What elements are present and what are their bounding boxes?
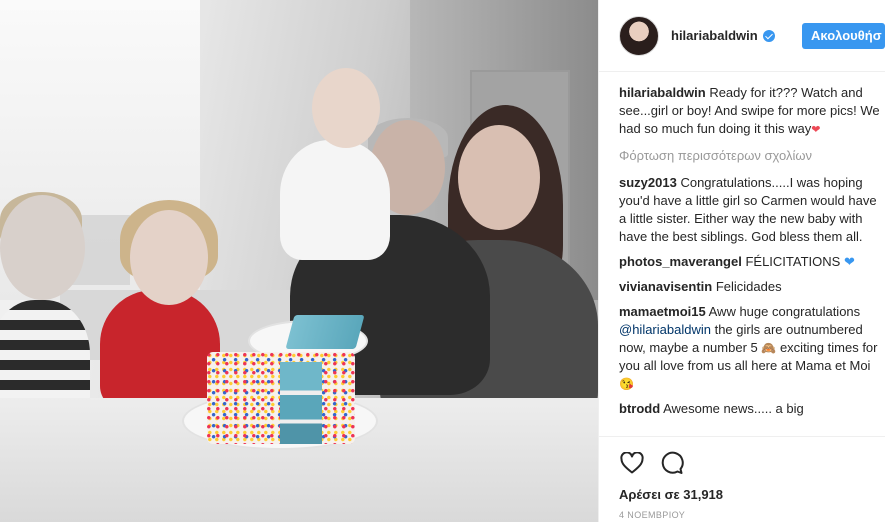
monkey-emoji-icon: 🙈	[761, 341, 777, 355]
list-item: suzy2013 Congratulations.....I was hopin…	[619, 174, 885, 246]
comments-list[interactable]: hilariabaldwin Ready for it??? Watch and…	[619, 84, 885, 435]
photo-girl	[100, 290, 220, 410]
photo-cake-slice	[285, 315, 365, 349]
photo-cake-cut-section	[280, 362, 322, 444]
list-item: btrodd Awesome news..... a big	[619, 400, 885, 418]
post-side-panel: hilariabaldwin Ακολουθήσ hilariabaldwin …	[598, 0, 885, 522]
mention-link[interactable]: @hilariabaldwin	[619, 322, 711, 337]
photo-boy-face	[0, 195, 85, 300]
header-username[interactable]: hilariabaldwin	[671, 28, 758, 43]
heart-icon[interactable]	[619, 450, 645, 476]
comment-text: Awesome news..... a big	[663, 401, 804, 416]
photo-baby	[280, 140, 390, 260]
caption-username[interactable]: hilariabaldwin	[619, 85, 706, 100]
photo-girl-face	[130, 210, 208, 305]
post-actions: Αρέσει σε 31,918 4 ΝΟΕΜΒΡΙΟΥ	[599, 436, 885, 520]
comment-text: Aww huge congratulations	[708, 304, 861, 319]
list-item: vivianavisentin Felicidades	[619, 278, 885, 296]
avatar[interactable]	[619, 15, 659, 56]
action-icons	[619, 449, 866, 477]
comment-username[interactable]: vivianavisentin	[619, 279, 712, 294]
wink-kiss-emoji-icon: 😘	[619, 377, 634, 391]
post-photo[interactable]	[0, 0, 598, 522]
list-item: photos_maverangel FÉLICITATIONS ❤	[619, 253, 885, 271]
follow-button[interactable]: Ακολουθήσ	[802, 22, 885, 49]
photo-baby-face	[312, 68, 380, 148]
verified-badge-icon	[762, 29, 775, 42]
likes-count[interactable]: Αρέσει σε 31,918	[619, 487, 866, 502]
comment-text: FÉLICITATIONS	[745, 254, 841, 269]
comment-icon[interactable]	[659, 450, 685, 476]
comment-username[interactable]: suzy2013	[619, 175, 677, 190]
caption: hilariabaldwin Ready for it??? Watch and…	[619, 84, 885, 139]
photo-woman-face	[458, 125, 540, 230]
comment-username[interactable]: photos_maverangel	[619, 254, 742, 269]
post-modal: hilariabaldwin Ακολουθήσ hilariabaldwin …	[0, 0, 885, 522]
post-header: hilariabaldwin Ακολουθήσ	[599, 0, 885, 72]
comment-text: Felicidades	[715, 279, 782, 294]
blue-heart-emoji-icon: ❤	[843, 254, 855, 269]
comment-username[interactable]: btrodd	[619, 401, 660, 416]
load-more-comments-link[interactable]: Φόρτωση περισσότερων σχολίων	[619, 147, 885, 165]
post-date[interactable]: 4 ΝΟΕΜΒΡΙΟΥ	[619, 510, 866, 520]
list-item: mamaetmoi15 Aww huge congratulations @hi…	[619, 303, 885, 393]
red-heart-emoji-icon: ❤	[811, 124, 821, 136]
comment-username[interactable]: mamaetmoi15	[619, 304, 706, 319]
